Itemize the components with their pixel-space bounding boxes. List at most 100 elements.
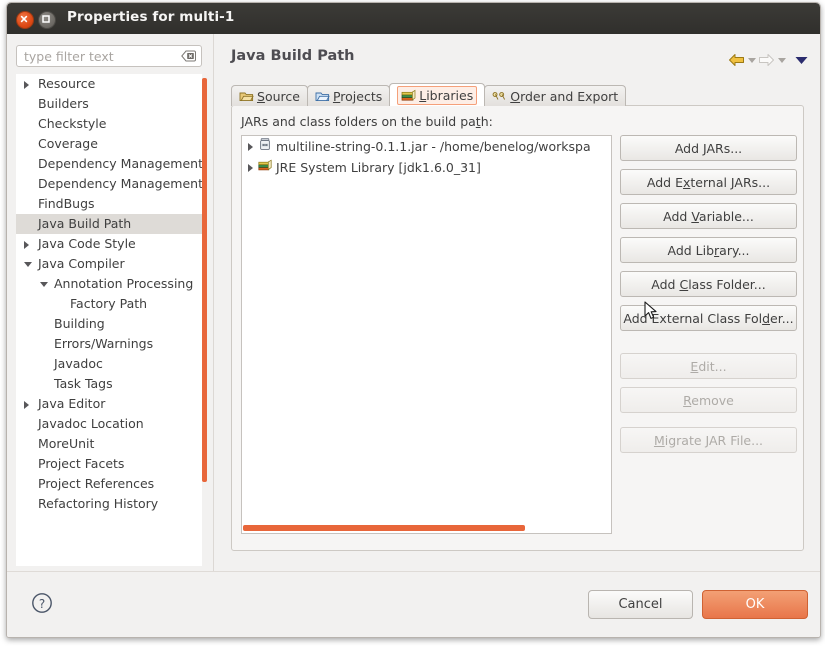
page-navigation bbox=[728, 50, 809, 70]
sidebar-item-factory-path[interactable]: Factory Path bbox=[16, 294, 202, 314]
remove-button: Remove bbox=[620, 387, 797, 413]
sidebar-item-label: Dependency Management bbox=[38, 176, 202, 191]
add-library-button[interactable]: Add Library... bbox=[620, 237, 797, 263]
tab-libraries[interactable]: Libraries bbox=[389, 83, 486, 106]
add-variable-button[interactable]: Add Variable... bbox=[620, 203, 797, 229]
sidebar-item-label: FindBugs bbox=[38, 196, 95, 211]
tab-label: Libraries bbox=[419, 87, 474, 103]
sidebar-item-label: Project References bbox=[38, 476, 155, 491]
build-path-tabs: Source Projects Libraries Order and Export bbox=[231, 83, 627, 106]
clear-icon[interactable] bbox=[181, 49, 196, 63]
chevron-right-icon[interactable] bbox=[24, 401, 29, 409]
sidebar-item-resource[interactable]: Resource bbox=[16, 74, 202, 94]
sidebar-item-findbugs[interactable]: FindBugs bbox=[16, 194, 202, 214]
libraries-button-column: Add JARs... Add External JARs... Add Varia… bbox=[620, 135, 797, 461]
add-jars-button[interactable]: Add JARs... bbox=[620, 135, 797, 161]
chevron-right-icon[interactable] bbox=[24, 81, 29, 89]
library-icon bbox=[258, 157, 272, 178]
sidebar-item-building[interactable]: Building bbox=[16, 314, 202, 334]
back-arrow-icon[interactable] bbox=[728, 53, 756, 67]
sidebar-item-label: Java Code Style bbox=[38, 236, 136, 251]
tab-label: Source bbox=[257, 88, 300, 104]
sidebar-item-label: Errors/Warnings bbox=[54, 336, 154, 351]
sidebar-item-label: Javadoc Location bbox=[38, 416, 144, 431]
add-class-folder-button[interactable]: Add Class Folder... bbox=[620, 271, 797, 297]
projects-folder-icon bbox=[315, 89, 330, 103]
horizontal-scrollbar[interactable] bbox=[243, 525, 525, 531]
sidebar-vertical-scrollbar[interactable] bbox=[202, 78, 207, 482]
tab-order-and-export[interactable]: Order and Export bbox=[484, 85, 627, 106]
sidebar-item-project-facets[interactable]: Project Facets bbox=[16, 454, 202, 474]
sidebar-item-dependency-management[interactable]: Dependency Management bbox=[16, 154, 202, 174]
sidebar-item-label: Java Editor bbox=[38, 396, 106, 411]
sidebar-item-refactoring-history[interactable]: Refactoring History bbox=[16, 494, 202, 514]
title-bar: Properties for multi-1 bbox=[7, 3, 820, 35]
libraries-group: JARs and class folders on the build path… bbox=[231, 105, 804, 551]
sidebar-item-builders[interactable]: Builders bbox=[16, 94, 202, 114]
group-label-post: h: bbox=[480, 114, 493, 129]
window-title: Properties for multi-1 bbox=[67, 9, 235, 25]
sidebar-item-javadoc-location[interactable]: Javadoc Location bbox=[16, 414, 202, 434]
dialog-footer: ? Cancel OK bbox=[7, 571, 820, 637]
close-icon[interactable] bbox=[16, 11, 34, 29]
list-item[interactable]: multiline-string-0.1.1.jar - /home/benel… bbox=[242, 136, 611, 157]
sidebar-item-label: Java Build Path bbox=[38, 216, 132, 231]
sidebar-item-annotation-processing[interactable]: Annotation Processing bbox=[16, 274, 202, 294]
search-input[interactable] bbox=[24, 49, 170, 64]
sidebar-item-java-code-style[interactable]: Java Code Style bbox=[16, 234, 202, 254]
chevron-right-icon[interactable] bbox=[248, 143, 253, 151]
sidebar-item-label: Builders bbox=[38, 96, 89, 111]
list-item-label: multiline-string-0.1.1.jar - /home/benel… bbox=[276, 139, 591, 154]
help-icon[interactable]: ? bbox=[31, 592, 53, 617]
build-path-list[interactable]: multiline-string-0.1.1.jar - /home/benel… bbox=[241, 135, 612, 534]
forward-dropdown-icon bbox=[778, 57, 786, 63]
sidebar-item-java-build-path[interactable]: Java Build Path bbox=[16, 214, 202, 234]
chevron-right-icon[interactable] bbox=[24, 241, 29, 249]
sidebar-item-label: Building bbox=[54, 316, 105, 331]
tab-label: Projects bbox=[332, 88, 383, 104]
sidebar-item-java-compiler[interactable]: Java Compiler bbox=[16, 254, 202, 274]
sidebar-item-label: Resource bbox=[38, 76, 96, 91]
back-dropdown-icon[interactable] bbox=[748, 57, 756, 63]
jar-icon bbox=[258, 136, 272, 157]
sidebar-item-label: Javadoc bbox=[54, 356, 103, 371]
sidebar-item-coverage[interactable]: Coverage bbox=[16, 134, 202, 154]
forward-arrow-icon bbox=[758, 53, 786, 67]
ok-button[interactable]: OK bbox=[702, 590, 808, 619]
settings-tree[interactable]: Resource Builders Checkstyle Coverage Depend… bbox=[16, 74, 202, 566]
sidebar-item-label: Factory Path bbox=[70, 296, 148, 311]
tab-source[interactable]: Source bbox=[231, 85, 308, 106]
tab-projects[interactable]: Projects bbox=[306, 85, 391, 106]
properties-dialog-window: Properties for multi-1 Resource Builders C… bbox=[6, 2, 821, 638]
cancel-button[interactable]: Cancel bbox=[588, 590, 693, 619]
group-label-pre: JARs and class folders on the build pa bbox=[241, 114, 476, 129]
sidebar-item-moreunit[interactable]: MoreUnit bbox=[16, 434, 202, 454]
sidebar-item-checkstyle[interactable]: Checkstyle bbox=[16, 114, 202, 134]
tab-label: Order and Export bbox=[510, 88, 619, 104]
sidebar-item-label: Task Tags bbox=[54, 376, 113, 391]
chevron-down-icon[interactable] bbox=[40, 282, 48, 287]
add-external-class-folder-button[interactable]: Add External Class Folder... bbox=[620, 305, 797, 331]
sidebar-item-label: Project Facets bbox=[38, 456, 125, 471]
sidebar-item-label: Java Compiler bbox=[38, 256, 125, 271]
sidebar-item-label: Dependency Management bbox=[38, 156, 202, 171]
maximize-icon[interactable] bbox=[38, 11, 56, 29]
chevron-right-icon[interactable] bbox=[248, 164, 253, 172]
chevron-down-icon[interactable] bbox=[24, 262, 32, 267]
sidebar-item-errors-warnings[interactable]: Errors/Warnings bbox=[16, 334, 202, 354]
sidebar-item-dependency-management[interactable]: Dependency Management bbox=[16, 174, 202, 194]
list-item[interactable]: JRE System Library [jdk1.6.0_31] bbox=[242, 157, 611, 178]
add-external-jars-button[interactable]: Add External JARs... bbox=[620, 169, 797, 195]
group-label: JARs and class folders on the build path… bbox=[241, 114, 493, 129]
sidebar-item-java-editor[interactable]: Java Editor bbox=[16, 394, 202, 414]
order-export-icon bbox=[492, 89, 507, 103]
dialog-body: Resource Builders Checkstyle Coverage Depend… bbox=[7, 34, 820, 571]
sidebar-item-label: MoreUnit bbox=[38, 436, 95, 451]
sidebar-item-javadoc[interactable]: Javadoc bbox=[16, 354, 202, 374]
sidebar-item-task-tags[interactable]: Task Tags bbox=[16, 374, 202, 394]
chevron-down-icon[interactable] bbox=[794, 55, 809, 65]
sidebar-item-label: Annotation Processing bbox=[54, 276, 194, 291]
sidebar-item-label: Coverage bbox=[38, 136, 98, 151]
sidebar-item-label: Checkstyle bbox=[38, 116, 107, 131]
sidebar-item-project-references[interactable]: Project References bbox=[16, 474, 202, 494]
